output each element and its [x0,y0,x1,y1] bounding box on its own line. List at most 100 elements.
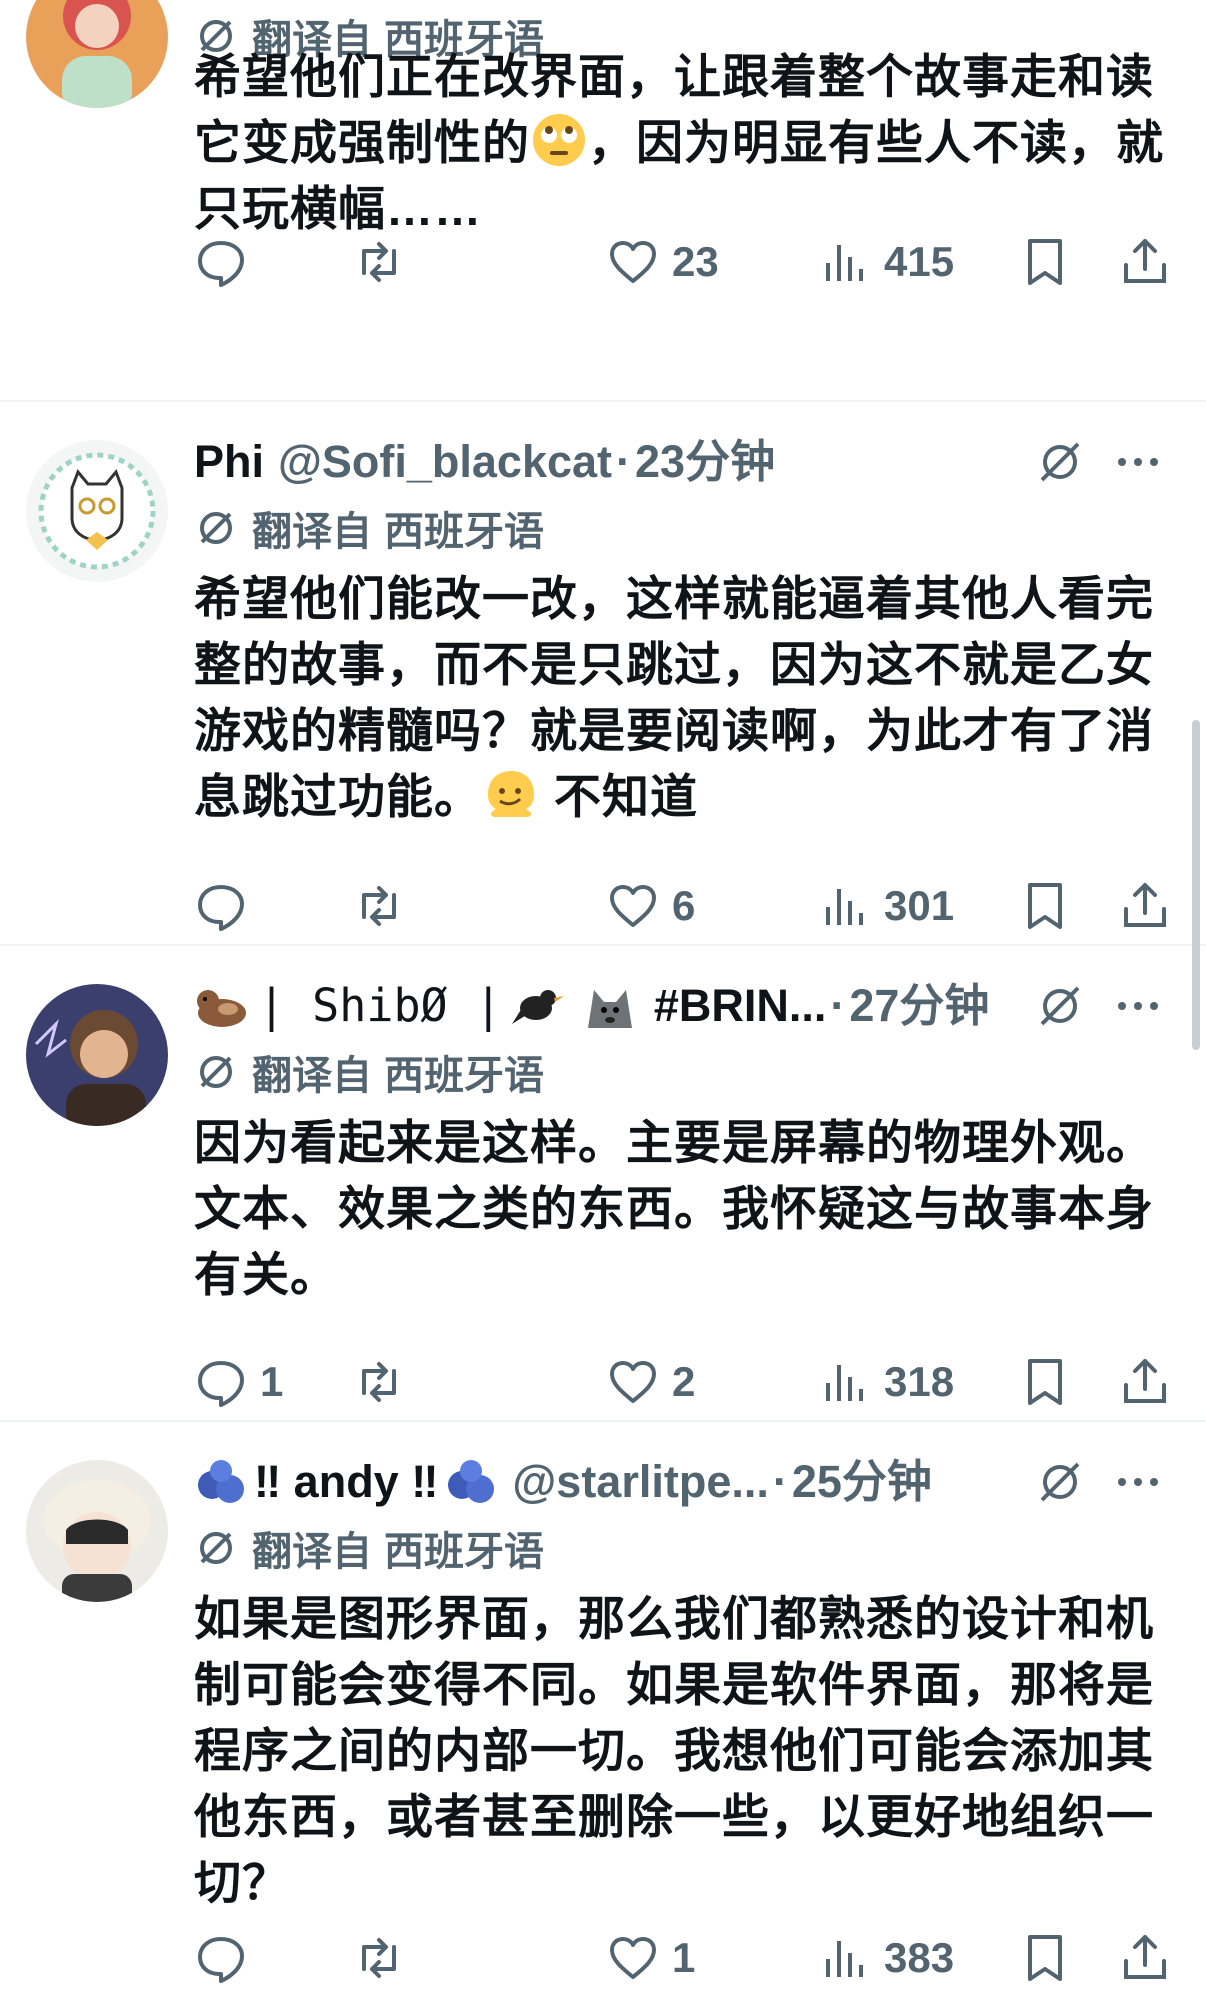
share-button[interactable] [1118,1352,1172,1412]
translate-icon [200,1532,232,1564]
tweet-actions: 1 383 [194,1928,1174,1988]
bookmark-icon [1028,1359,1062,1405]
bookmark-button[interactable] [1018,232,1072,292]
heart-icon [610,885,656,927]
tweet-actions: 6 301 [194,876,1174,936]
bookmark-icon [1028,1935,1062,1981]
reply-icon [198,885,244,931]
reply-count: 1 [260,1358,284,1405]
retweet-button[interactable] [352,232,418,292]
handle[interactable]: @starlitpe... [512,1452,768,1512]
blueberries-emoji-icon [198,1460,244,1503]
tweet[interactable]: ‼ andy ‼ @starlitpe... · 25分钟 翻译自 西班牙语 如… [0,1422,1206,1996]
translated-language: 西班牙语 [384,510,544,554]
like-button[interactable]: 2 [606,1352,695,1412]
tweet-feed: 翻译自 西班牙语 希望他们正在改界面，让跟着整个故事走和读它变成强制性的 ，因为明… [0,0,1206,1996]
reply-button[interactable] [194,876,260,936]
retweet-button[interactable] [352,876,418,936]
separator-dot: · [772,1456,788,1507]
share-icon [1124,1935,1166,1979]
more-icon[interactable] [1110,978,1166,1034]
views-button[interactable]: 383 [818,1928,954,1988]
translate-icon [200,512,232,544]
wolf-emoji-icon [587,990,632,1028]
retweet-button[interactable] [352,1928,418,1988]
like-count: 23 [672,238,719,285]
display-name[interactable]: Phi [194,432,264,492]
timestamp[interactable]: 23分钟 [635,432,775,492]
reply-button[interactable]: 1 [194,1352,283,1412]
avatar[interactable] [26,440,168,582]
handle[interactable]: @Sofi_blackcat [278,432,612,492]
bookmark-button[interactable] [1018,1352,1072,1412]
timestamp[interactable]: 25分钟 [792,1452,932,1512]
views-icon [826,1941,863,1977]
heart-icon [610,241,656,283]
share-button[interactable] [1118,232,1172,292]
tweet-text-part: 不知道 [540,770,699,823]
like-count: 2 [672,1358,696,1405]
retweet-button[interactable] [352,1352,418,1412]
tweet-text: 希望他们正在改界面，让跟着整个故事走和读它变成强制性的 ，因为明显有些人不读，就只… [194,44,1174,242]
grok-icon[interactable] [1032,978,1088,1034]
heart-icon [610,1937,656,1979]
views-button[interactable]: 318 [818,1352,954,1412]
like-button[interactable]: 23 [606,232,719,292]
separator-dot: · [830,980,846,1031]
views-button[interactable]: 301 [818,876,954,936]
tweet[interactable]: Phi @Sofi_blackcat · 23分钟 翻译自 西班牙语 希望他们能… [0,402,1206,946]
reply-button[interactable] [194,1928,260,1988]
bookmark-icon [1028,239,1062,285]
translate-icon [200,1056,232,1088]
views-count: 318 [884,1358,955,1405]
avatar[interactable] [26,1460,168,1602]
display-name[interactable]: | ShibØ | #BRIN... [194,976,826,1036]
otter-emoji-icon [197,990,246,1027]
retweet-icon [362,886,396,926]
reply-button[interactable] [194,232,260,292]
views-icon [826,889,863,925]
more-icon[interactable] [1110,1454,1166,1510]
melting-face-emoji-icon [488,771,534,817]
tweet-text: 因为看起来是这样。主要是屏幕的物理外观。文本、效果之类的东西。我怀疑这与故事本身… [194,1116,1154,1301]
eye-roll-emoji-icon [533,114,585,166]
retweet-icon [362,242,396,282]
bookmark-button[interactable] [1018,876,1072,936]
reply-icon [198,1937,244,1983]
tweet[interactable]: 翻译自 西班牙语 希望他们正在改界面，让跟着整个故事走和读它变成强制性的 ，因为明… [0,0,1206,402]
like-button[interactable]: 6 [606,876,695,936]
share-icon [1124,1359,1166,1403]
display-name-text: | ShibØ | [258,979,502,1032]
bookmark-button[interactable] [1018,1928,1072,1988]
more-icon[interactable] [1110,434,1166,490]
heart-icon [610,1361,656,1403]
scrollbar[interactable] [1192,720,1200,1050]
avatar[interactable] [26,984,168,1126]
translated-label: 翻译自 [252,1054,372,1098]
translated-language: 西班牙语 [384,1530,544,1574]
tweet-text: 希望他们能改一改，这样就能逼着其他人看完整的故事，而不是只跳过，因为这不就是乙女… [194,566,1174,830]
share-icon [1124,239,1166,283]
avatar[interactable] [26,0,168,108]
views-count: 301 [884,882,955,929]
timestamp[interactable]: 27分钟 [849,976,989,1036]
like-count: 6 [672,882,696,929]
views-button[interactable]: 415 [818,232,954,292]
grok-icon[interactable] [1032,434,1088,490]
translated-label: 翻译自 [252,1530,372,1574]
tweet-actions: 23 415 [194,232,1174,292]
translated-from-label: 翻译自 西班牙语 [194,1520,544,1576]
bookmark-icon [1028,883,1062,929]
grok-icon[interactable] [1032,1454,1088,1510]
share-button[interactable] [1118,876,1172,936]
blackbird-emoji-icon [511,990,564,1024]
tweet[interactable]: | ShibØ | #BRIN... · 27分钟 翻译自 西班牙语 因为看起来… [0,946,1206,1422]
display-name-tag: #BRIN... [653,980,827,1031]
display-name[interactable]: ‼ andy ‼ [254,1452,438,1512]
retweet-icon [362,1362,396,1402]
tweet-actions: 1 2 318 [194,1352,1174,1412]
translated-language: 西班牙语 [384,1054,544,1098]
share-button[interactable] [1118,1928,1172,1988]
views-count: 383 [884,1934,955,1981]
like-button[interactable]: 1 [606,1928,695,1988]
